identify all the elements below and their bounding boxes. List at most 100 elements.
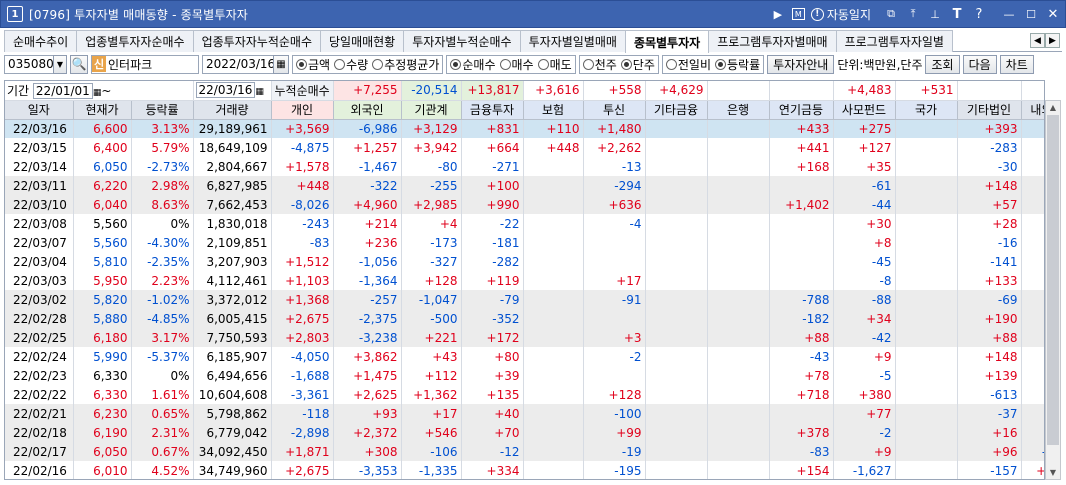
tab-scroll-buttons: ◀ ▶ [1030, 33, 1060, 48]
table-row[interactable]: 22/03/10 6,040 8.63% 7,662,453 -8,026 +4,960 +… [5, 195, 1044, 214]
calendar-icon[interactable]: ▦ [273, 54, 289, 74]
table-cell: +9 [833, 347, 896, 366]
radio_unit-option-0[interactable]: 천주 [582, 56, 617, 73]
column-header[interactable]: 연기금등 [769, 100, 834, 120]
tab-5[interactable]: 투자자별일별매매 [519, 30, 626, 52]
period-to-cell[interactable]: 22/03/16 ▦ [193, 81, 272, 101]
radio_trade-option-1[interactable]: 매수 [499, 56, 534, 73]
stock-code-input[interactable]: 035080 [4, 54, 54, 74]
next-button[interactable]: 다음 [962, 54, 997, 74]
tab-0[interactable]: 순매수추이 [4, 30, 78, 52]
tab-7[interactable]: 프로그램투자자별매매 [708, 30, 837, 52]
column-header[interactable]: 금융투자 [461, 100, 524, 120]
table-cell [645, 461, 708, 479]
table-row[interactable]: 22/02/16 6,010 4.52% 34,749,960 +2,675 -3,353… [5, 461, 1044, 479]
tab-3[interactable]: 당일매매현황 [319, 30, 405, 52]
radio_value-option-2[interactable]: 추정평균가 [372, 56, 439, 73]
query-button[interactable]: 조회 [925, 54, 960, 74]
table-row[interactable]: 22/03/08 5,560 0% 1,830,018 -243 +214 +4 -22 -4 +… [5, 214, 1044, 233]
period-to-input[interactable]: 22/03/16 [195, 82, 256, 99]
column-header[interactable]: 기타법인 [957, 100, 1022, 120]
table-cell [645, 385, 708, 404]
radio_cmp-option-1[interactable]: 등락률 [715, 56, 760, 73]
table-row[interactable]: 22/02/22 6,330 1.61% 10,604,608 -3,361 +2,625… [5, 385, 1044, 404]
table-row[interactable]: 22/02/24 5,990 -5.37% 6,185,907 -4,050 +3,862… [5, 347, 1044, 366]
column-header[interactable]: 내외국인 [1021, 100, 1044, 120]
period-selector[interactable]: 기간 22/01/01 ▦~ [5, 81, 194, 101]
column-header[interactable]: 은행 [707, 100, 770, 120]
table-row[interactable]: 22/03/03 5,950 2.23% 4,112,461 +1,103 -1,364 +… [5, 271, 1044, 290]
radio_value-option-0[interactable]: 금액 [296, 56, 330, 73]
table-row[interactable]: 22/03/11 6,220 2.98% 6,827,985 +448 -322 -255 +… [5, 176, 1044, 195]
tab-6[interactable]: 종목별투자자 [624, 30, 710, 53]
column-header[interactable]: 기타금융 [645, 100, 708, 120]
tab-1[interactable]: 업종별투자자순매수 [76, 30, 194, 52]
table-row[interactable]: 22/03/07 5,560 -4.30% 2,109,851 -83 +236 -173-… [5, 233, 1044, 252]
column-header[interactable]: 투신 [583, 100, 646, 120]
column-header[interactable]: 기관계 [401, 100, 462, 120]
table-row[interactable]: 22/03/14 6,050 -2.73% 2,804,667 +1,578 -1,467… [5, 157, 1044, 176]
code-dropdown-button[interactable]: ▼ [53, 54, 67, 74]
scroll-up-icon[interactable]: ▲ [1046, 101, 1060, 114]
tab-4[interactable]: 투자자별누적순매수 [403, 30, 521, 52]
radio-dot-icon [582, 58, 594, 70]
table-cell: +139 [957, 366, 1022, 385]
column-header[interactable]: 개인 [271, 100, 334, 120]
table-row[interactable]: 22/02/18 6,190 2.31% 6,779,042 -2,898 +2,372 +… [5, 423, 1044, 442]
table-cell: 29,189,961 [193, 119, 272, 138]
date-input[interactable]: 2022/03/16 [202, 54, 275, 74]
tab-scroll-right-icon[interactable]: ▶ [1045, 33, 1060, 48]
search-icon[interactable]: 🔍 [70, 54, 88, 74]
tab-2[interactable]: 업종투자자누적순매수 [192, 30, 321, 52]
column-header[interactable]: 거래량 [193, 100, 272, 120]
radio_cmp-option-0[interactable]: 전일비 [665, 56, 711, 73]
table-cell [895, 404, 958, 423]
calendar-from-icon[interactable]: ▦ [93, 88, 102, 98]
table-cell: +334 [461, 461, 524, 479]
column-header[interactable]: 국가 [895, 100, 958, 120]
table-row[interactable]: 22/02/25 6,180 3.17% 7,750,593 +2,803 -3,238 +… [5, 328, 1044, 347]
radio_trade-option-2[interactable]: 매도 [537, 56, 572, 73]
table-row[interactable]: 22/02/17 6,050 0.67% 34,092,450 +1,871 +308 -1… [5, 442, 1044, 461]
m-icon[interactable]: M [791, 8, 805, 20]
table-cell: +70 [461, 423, 524, 442]
column-header[interactable]: 등락률 [131, 100, 194, 120]
arrow-right-icon[interactable]: ▶ [770, 6, 786, 22]
help-icon[interactable]: ? [971, 6, 987, 22]
pin-icon[interactable]: ⊥ [927, 6, 943, 22]
column-header[interactable]: 현재가 [73, 100, 132, 120]
column-header[interactable]: 보험 [523, 100, 584, 120]
scrollbar-thumb[interactable] [1047, 115, 1059, 445]
table-cell: +93 [333, 404, 402, 423]
table-row[interactable]: 22/03/16 6,600 3.13% 29,189,961 +3,569 -6,986… [5, 119, 1044, 138]
autolog-button[interactable]: ! 자동일지 [810, 6, 871, 23]
radio_value-option-1[interactable]: 수량 [334, 56, 368, 73]
column-header[interactable]: 사모펀드 [833, 100, 896, 120]
radio_unit-option-1[interactable]: 단주 [620, 56, 655, 73]
radio_trade-option-0[interactable]: 순매수 [450, 56, 496, 73]
minimize-icon[interactable]: — [1001, 6, 1017, 22]
maximize-icon[interactable]: ☐ [1023, 6, 1039, 22]
vertical-scrollbar[interactable]: ▲ ▼ [1045, 100, 1061, 480]
scroll-down-icon[interactable]: ▼ [1046, 466, 1060, 479]
tab-scroll-left-icon[interactable]: ◀ [1030, 33, 1045, 48]
column-header[interactable]: 외국인 [333, 100, 402, 120]
font-icon[interactable]: T [949, 6, 965, 22]
table-row[interactable]: 22/02/23 6,330 0% 6,494,656 -1,688 +1,475 +112… [5, 366, 1044, 385]
column-header[interactable]: 일자 [5, 100, 74, 120]
investor-guide-button[interactable]: 투자자안내 [767, 54, 835, 74]
stock-name-field[interactable]: 신 인터파크 [91, 54, 199, 74]
table-row[interactable]: 22/03/15 6,400 5.79% 18,649,109 -4,875 +1,257… [5, 138, 1044, 157]
tab-8[interactable]: 프로그램투자자일별 [835, 30, 953, 52]
table-row[interactable]: 22/02/21 6,230 0.65% 5,798,862 -118 +93 +17 +40… [5, 404, 1044, 423]
table-row[interactable]: 22/03/04 5,810 -2.35% 3,207,903 +1,512 -1,056… [5, 252, 1044, 271]
chart-button[interactable]: 차트 [999, 54, 1034, 74]
table-cell: -141 [957, 252, 1022, 271]
close-icon[interactable]: ✕ [1045, 6, 1061, 22]
table-row[interactable]: 22/02/28 5,880 -4.85% 6,005,415 +2,675 -2,375… [5, 309, 1044, 328]
table-row[interactable]: 22/03/02 5,820 -1.02% 3,372,012 +1,368 -257 -1… [5, 290, 1044, 309]
table-cell: 5,820 [73, 290, 132, 309]
window-link-icon[interactable]: ⧉ [883, 6, 899, 22]
upload-icon[interactable]: ⤒ [905, 6, 921, 22]
period-from-input[interactable]: 22/01/01 [32, 82, 93, 99]
